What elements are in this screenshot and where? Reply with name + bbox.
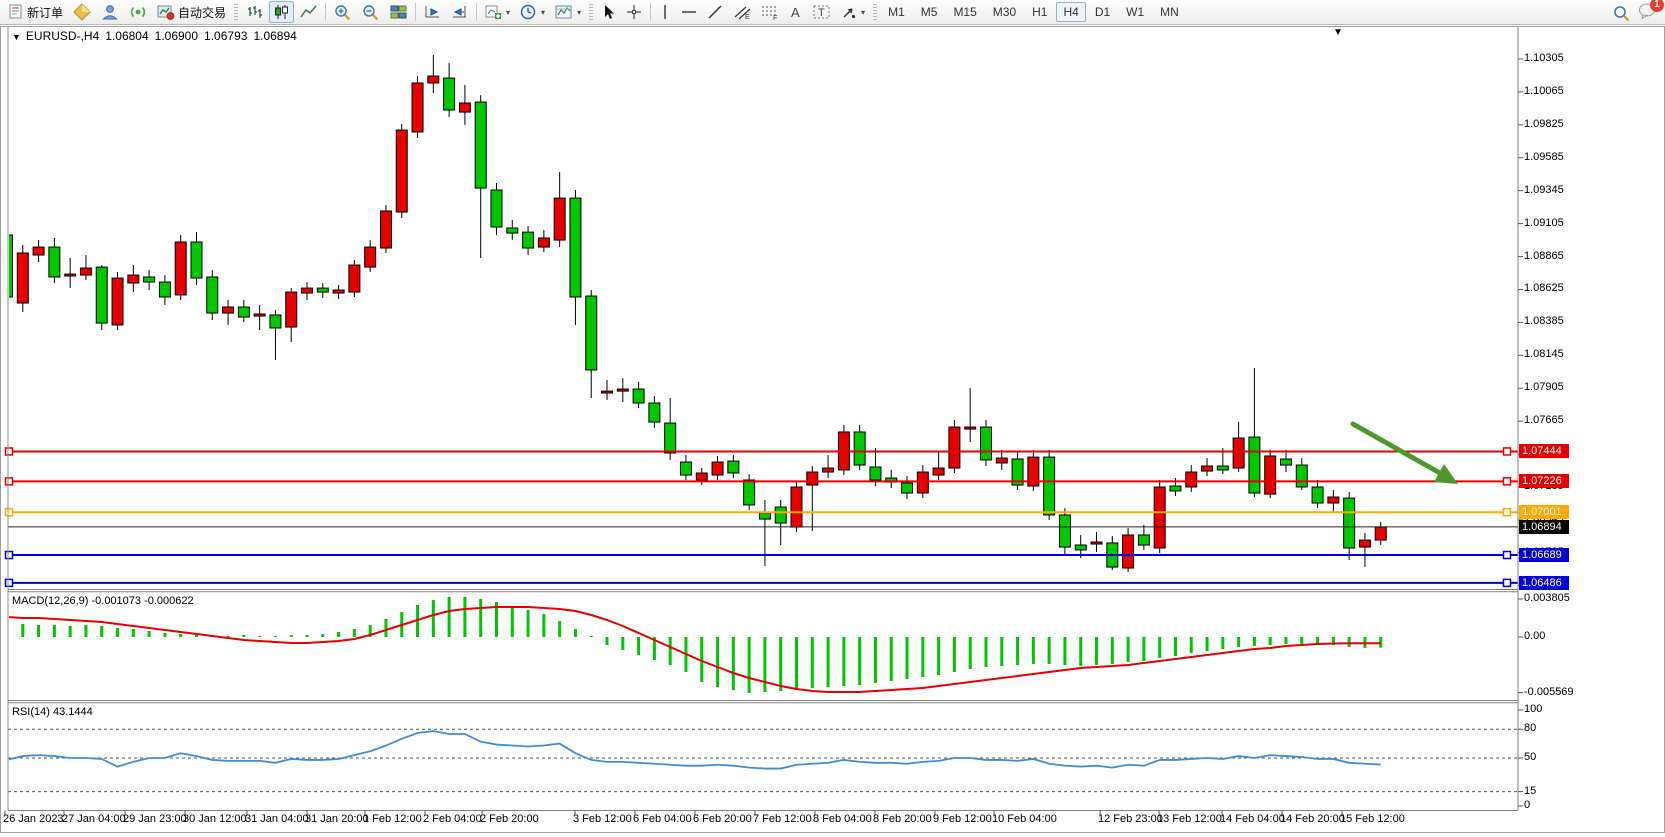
tile-windows-button[interactable] (386, 1, 411, 23)
dropdown-caret-icon: ▾ (577, 8, 581, 17)
toolbar-separator (476, 3, 477, 21)
tile-windows-icon (390, 4, 407, 20)
auto-scroll-icon (424, 4, 441, 20)
cursor-icon (601, 4, 616, 20)
toolbar-separator (650, 3, 651, 21)
candlestick-chart-icon (273, 4, 290, 20)
timeframe-h1[interactable]: H1 (1025, 2, 1054, 22)
timeframe-m1[interactable]: M1 (881, 2, 912, 22)
clock-icon (520, 4, 537, 21)
toolbar-drag-handle[interactable] (589, 4, 593, 20)
trendline-button[interactable] (703, 1, 727, 23)
dropdown-caret-icon: ▾ (541, 8, 545, 17)
timeframe-h4[interactable]: H4 (1056, 2, 1085, 22)
auto-scroll-button[interactable] (420, 1, 445, 23)
ohlc-high: 1.06900 (155, 29, 198, 43)
ohlc-close: 1.06894 (253, 29, 296, 43)
dropdown-caret-icon: ▾ (506, 8, 510, 17)
channel-icon: E (733, 4, 751, 20)
timeframe-mn[interactable]: MN (1153, 2, 1186, 22)
dropdown-caret-icon: ▾ (861, 8, 865, 17)
notifications-button[interactable]: 1 (1638, 2, 1657, 24)
zoom-out-icon (362, 4, 380, 21)
search-icon[interactable] (1613, 5, 1630, 22)
toolbar-drag-handle[interactable] (234, 4, 238, 20)
autotrading-button[interactable]: 自动交易 (153, 1, 230, 23)
zoom-out-button[interactable] (358, 1, 384, 23)
svg-text:F: F (773, 15, 777, 20)
autotrading-label: 自动交易 (178, 4, 226, 21)
chart-window[interactable] (0, 26, 1665, 833)
chart-title: ▼ EURUSD-,H4 1.06804 1.06900 1.06793 1.06894 (12, 29, 303, 43)
crosshair-button[interactable] (622, 1, 646, 23)
template-icon (555, 4, 573, 20)
bar-chart-icon (246, 4, 263, 20)
cursor-button[interactable] (597, 1, 620, 23)
toolbar-right-group: 1 (1613, 2, 1657, 24)
horizontal-line-button[interactable] (677, 1, 701, 23)
vertical-line-icon (659, 4, 671, 20)
fibonacci-icon: F (761, 4, 779, 20)
timeframe-w1[interactable]: W1 (1119, 2, 1151, 22)
zoom-in-button[interactable] (330, 1, 356, 23)
svg-text:E: E (745, 14, 750, 20)
new-order-icon (8, 4, 24, 20)
scroll-to-end-icon[interactable]: ▼ (1333, 27, 1343, 38)
timeframe-d1[interactable]: D1 (1088, 2, 1117, 22)
templates-button[interactable]: ▾ (551, 1, 585, 23)
text-label-button[interactable]: T (809, 1, 835, 23)
trendline-icon (707, 4, 723, 20)
timeframe-m30[interactable]: M30 (986, 2, 1023, 22)
autotrading-icon (157, 4, 175, 20)
text-icon: A (789, 4, 803, 20)
horizontal-line-icon (681, 4, 697, 20)
arrow-objects-icon (841, 4, 857, 20)
candlestick-chart-button[interactable] (269, 1, 294, 23)
chart-shift-icon (451, 4, 468, 20)
toolbar-separator (325, 3, 326, 21)
ohlc-low: 1.06793 (204, 29, 247, 43)
notification-badge: 1 (1650, 0, 1664, 12)
add-indicator-icon (485, 4, 502, 20)
macd-label: MACD(12,26,9) -0.001073 -0.000622 (12, 595, 194, 607)
timeframe-group: M1M5M15M30H1H4D1W1MN (880, 2, 1187, 22)
indicators-button[interactable]: ▾ (481, 1, 514, 23)
bar-chart-button[interactable] (242, 1, 267, 23)
broadcast-icon (129, 3, 147, 21)
arrows-button[interactable]: ▾ (837, 1, 869, 23)
gold-diamond-icon (73, 3, 91, 21)
svg-text:T: T (818, 7, 825, 19)
main-toolbar: 新订单 自动交易 ▾ ▾ (0, 0, 1665, 25)
timeframe-m5[interactable]: M5 (914, 2, 945, 22)
chart-shift-button[interactable] (447, 1, 472, 23)
toolbar-drag-handle[interactable] (873, 4, 877, 20)
crosshair-icon (626, 4, 642, 20)
macd-values: -0.001073 -0.000622 (91, 595, 193, 607)
zoom-in-icon (334, 4, 352, 21)
ohlc-open: 1.06804 (105, 29, 148, 43)
chart-dropdown-icon[interactable]: ▼ (12, 32, 21, 42)
toolbar-separator (415, 3, 416, 21)
broadcast-button[interactable] (125, 1, 151, 23)
community-profile-button[interactable] (97, 1, 123, 23)
line-chart-button[interactable] (296, 1, 321, 23)
line-chart-icon (300, 4, 317, 20)
vertical-line-button[interactable] (655, 1, 675, 23)
text-button[interactable]: A (785, 1, 807, 23)
fibonacci-button[interactable]: F (757, 1, 783, 23)
timeframe-m15[interactable]: M15 (946, 2, 983, 22)
mql-market-button[interactable] (69, 1, 95, 23)
equidistant-channel-button[interactable]: E (729, 1, 755, 23)
rsi-value: 43.1444 (53, 706, 93, 718)
periods-button[interactable]: ▾ (516, 1, 549, 23)
person-icon (101, 3, 119, 21)
svg-text:A: A (791, 5, 800, 20)
rsi-label: RSI(14) 43.1444 (12, 706, 93, 718)
new-order-label: 新订单 (27, 4, 63, 21)
new-order-button[interactable]: 新订单 (4, 1, 67, 23)
symbol-period: EURUSD-,H4 (26, 29, 99, 43)
text-label-icon: T (813, 4, 831, 20)
